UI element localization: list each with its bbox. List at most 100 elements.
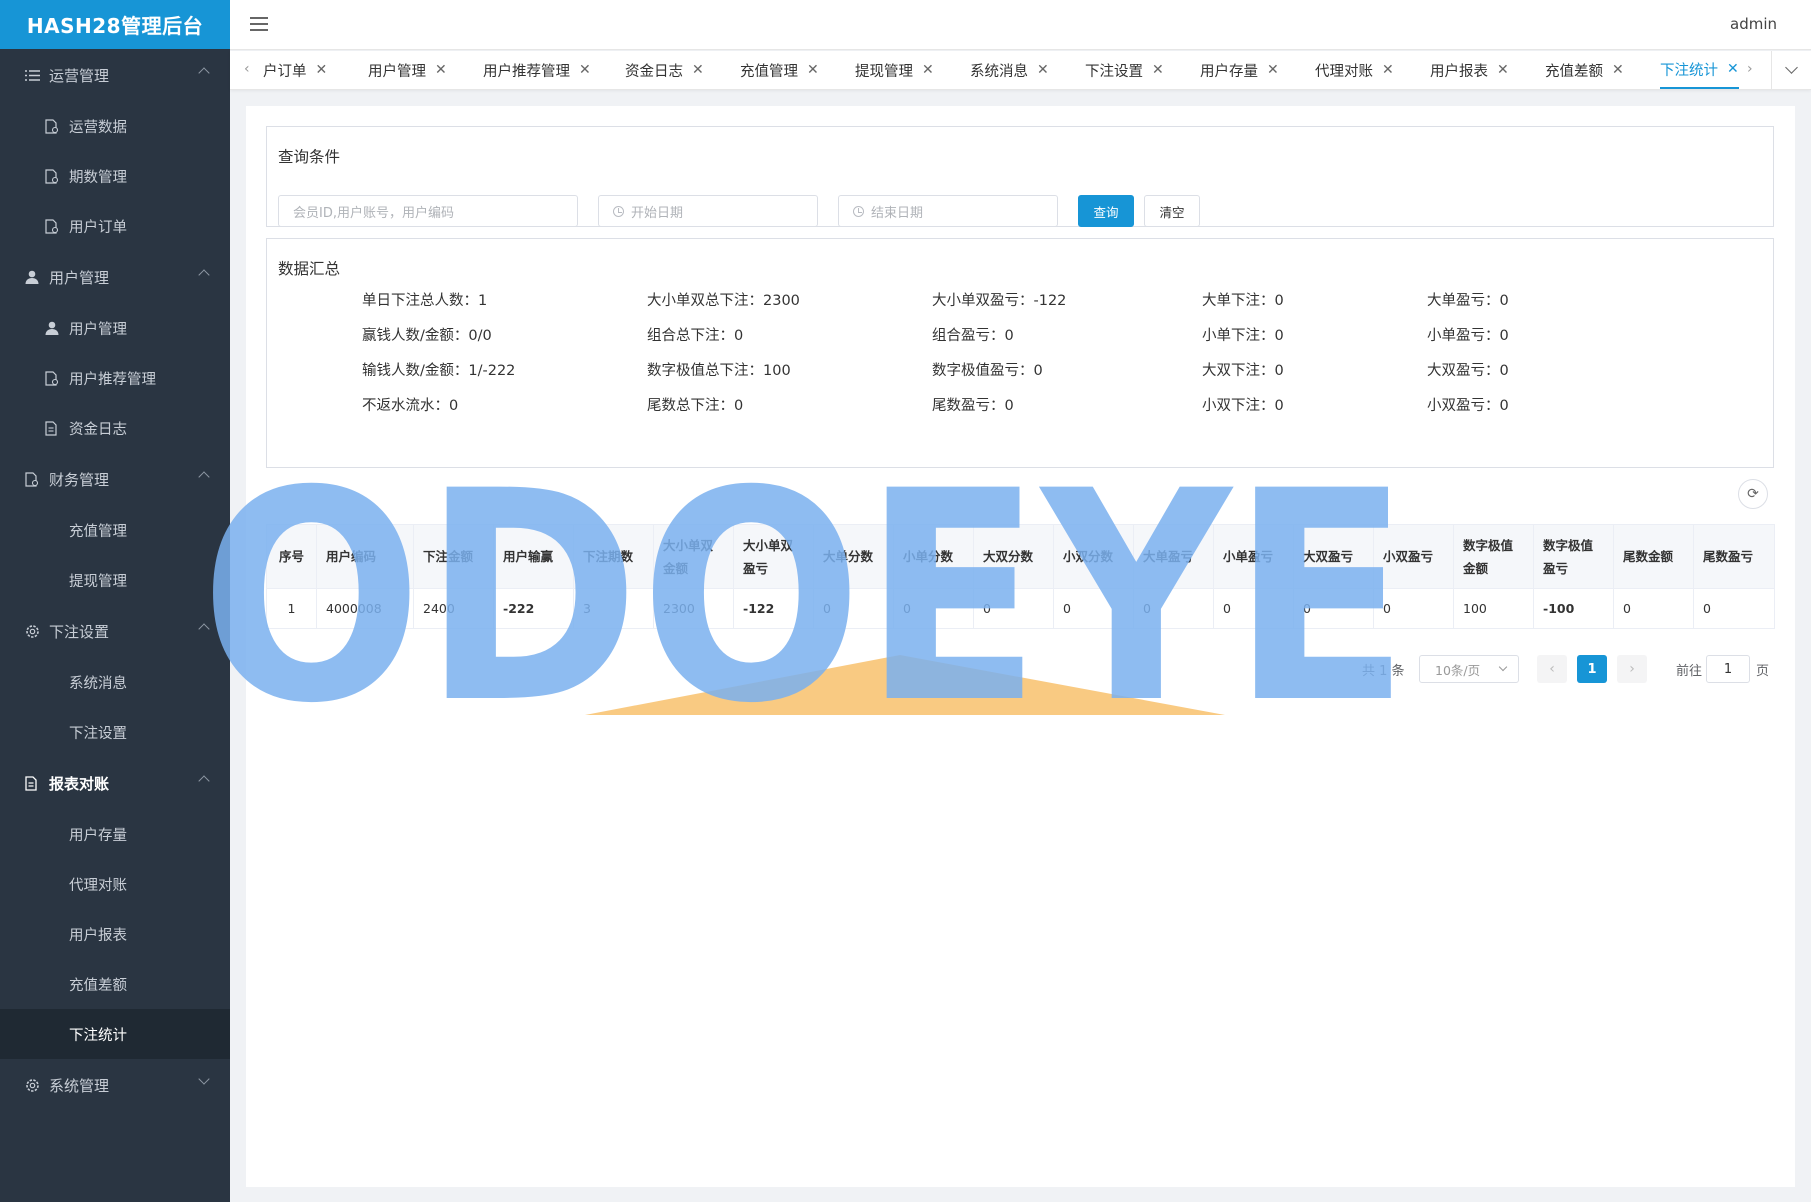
sidebar-group-label: 系统管理 bbox=[49, 1076, 110, 1095]
table-header-cell[interactable]: 大双盈亏 bbox=[1293, 524, 1374, 589]
table-header-cell[interactable]: 序号 bbox=[266, 524, 317, 589]
goto-page-input[interactable] bbox=[1706, 655, 1750, 683]
sidebar-group-reports[interactable]: 报表对账 bbox=[0, 757, 230, 809]
close-icon[interactable]: ✕ bbox=[579, 62, 591, 78]
next-page-button[interactable]: › bbox=[1617, 655, 1647, 683]
tab-user-report[interactable]: 用户报表 ✕ bbox=[1430, 51, 1509, 89]
prev-page-button[interactable]: ‹ bbox=[1537, 655, 1567, 683]
close-icon[interactable]: ✕ bbox=[922, 62, 934, 78]
sidebar-group-label: 报表对账 bbox=[49, 774, 110, 793]
tab-user-stock[interactable]: 用户存量 ✕ bbox=[1200, 51, 1279, 89]
close-icon[interactable]: ✕ bbox=[1612, 62, 1624, 78]
close-icon[interactable]: ✕ bbox=[1497, 62, 1509, 78]
table-header-cell[interactable]: 下注期数 bbox=[573, 524, 654, 589]
close-icon[interactable]: ✕ bbox=[807, 62, 819, 78]
clear-button[interactable]: 清空 bbox=[1144, 195, 1200, 227]
end-date-input[interactable]: 结束日期 bbox=[838, 195, 1058, 227]
sidebar-item-bet-stats[interactable]: 下注统计 bbox=[0, 1009, 230, 1059]
sidebar-item-label: 下注统计 bbox=[69, 1027, 127, 1044]
refresh-icon[interactable]: ⟳ bbox=[1738, 479, 1768, 509]
hamburger-icon[interactable] bbox=[250, 17, 268, 31]
sidebar-group-label: 用户管理 bbox=[49, 268, 110, 287]
sidebar-group-bet-settings[interactable]: 下注设置 bbox=[0, 605, 230, 657]
start-date-input[interactable]: 开始日期 bbox=[598, 195, 818, 227]
table-header-cell[interactable]: 小双盈亏 bbox=[1373, 524, 1454, 589]
tab-withdraw[interactable]: 提现管理 ✕ bbox=[855, 51, 934, 89]
page-button-current[interactable]: 1 bbox=[1577, 655, 1607, 683]
sidebar-item-fund-log[interactable]: 资金日志 bbox=[0, 403, 230, 453]
sidebar-group-users[interactable]: 用户管理 bbox=[0, 251, 230, 303]
table-header-cell[interactable]: 大单分数 bbox=[813, 524, 894, 589]
table-header-cell[interactable]: 大双分数 bbox=[973, 524, 1054, 589]
table-header-cell[interactable]: 下注金额 bbox=[413, 524, 494, 589]
close-icon[interactable]: ✕ bbox=[1152, 62, 1164, 78]
sidebar-item-withdraw[interactable]: 提现管理 bbox=[0, 555, 230, 605]
close-icon[interactable]: ✕ bbox=[316, 62, 328, 78]
table-header-cell[interactable]: 大小单双盈亏 bbox=[733, 524, 814, 589]
tab-user-orders[interactable]: 户订单 ✕ bbox=[263, 51, 327, 89]
tab-system-messages[interactable]: 系统消息 ✕ bbox=[970, 51, 1049, 89]
sidebar-item-period-management[interactable]: 期数管理 bbox=[0, 151, 230, 201]
tab-user-management[interactable]: 用户管理 ✕ bbox=[368, 51, 447, 89]
summary-stat: 小单盈亏：0 bbox=[1427, 328, 1509, 344]
tab-scroll-right-icon[interactable]: › bbox=[1747, 61, 1753, 77]
close-icon[interactable]: ✕ bbox=[1382, 62, 1394, 78]
table-header-cell[interactable]: 小单盈亏 bbox=[1213, 524, 1294, 589]
tab-recharge[interactable]: 充值管理 ✕ bbox=[740, 51, 819, 89]
page-size-select[interactable]: 10条/页 bbox=[1419, 655, 1519, 683]
summary-stat: 小单下注：0 bbox=[1202, 328, 1284, 344]
sidebar-item-system-messages[interactable]: 系统消息 bbox=[0, 657, 230, 707]
table-header-cell[interactable]: 数字极值盈亏 bbox=[1533, 524, 1614, 589]
tab-user-referral[interactable]: 用户推荐管理 ✕ bbox=[483, 51, 591, 89]
table-header-cell[interactable]: 用户编码 bbox=[316, 524, 414, 589]
table-header-cell[interactable]: 用户输赢 bbox=[493, 524, 574, 589]
summary-stat: 小双下注：0 bbox=[1202, 398, 1284, 414]
sidebar-item-recharge[interactable]: 充值管理 bbox=[0, 505, 230, 555]
table-header-cell[interactable]: 尾数金额 bbox=[1613, 524, 1694, 589]
sidebar-item-user-management[interactable]: 用户管理 bbox=[0, 303, 230, 353]
sidebar-group-system[interactable]: 系统管理 bbox=[0, 1059, 230, 1111]
close-icon[interactable]: ✕ bbox=[1267, 62, 1279, 78]
sidebar-item-user-stock[interactable]: 用户存量 bbox=[0, 809, 230, 859]
sidebar-item-agent-reconcile[interactable]: 代理对账 bbox=[0, 859, 230, 909]
sidebar-item-operations-data[interactable]: 运营数据 bbox=[0, 101, 230, 151]
gear-icon bbox=[24, 623, 40, 639]
search-button[interactable]: 查询 bbox=[1078, 195, 1134, 227]
sidebar-menu: 运营管理 运营数据 期数管理 用户订单 用户管理 用户管理 用户推荐管理 资金日… bbox=[0, 49, 230, 1111]
sidebar-item-user-report[interactable]: 用户报表 bbox=[0, 909, 230, 959]
admin-user[interactable]: admin bbox=[1730, 15, 1777, 33]
close-icon[interactable]: ✕ bbox=[1727, 61, 1739, 77]
sidebar-item-recharge-diff[interactable]: 充值差额 bbox=[0, 959, 230, 1009]
sidebar-item-user-referral[interactable]: 用户推荐管理 bbox=[0, 353, 230, 403]
chevron-up-icon bbox=[198, 623, 210, 635]
tab-bet-settings[interactable]: 下注设置 ✕ bbox=[1085, 51, 1164, 89]
tab-label: 下注统计 bbox=[1660, 62, 1718, 79]
sidebar-item-label: 系统消息 bbox=[69, 675, 127, 692]
sidebar-group-operations[interactable]: 运营管理 bbox=[0, 49, 230, 101]
tab-agent-reconcile[interactable]: 代理对账 ✕ bbox=[1315, 51, 1394, 89]
table-header-cell[interactable]: 尾数盈亏 bbox=[1693, 524, 1775, 589]
table-cell: 0 bbox=[1053, 588, 1134, 629]
table-header-cell[interactable]: 小双分数 bbox=[1053, 524, 1134, 589]
table-header-cell[interactable]: 大小单双金额 bbox=[653, 524, 734, 589]
sidebar-group-finance[interactable]: 财务管理 bbox=[0, 453, 230, 505]
summary-title: 数据汇总 bbox=[278, 260, 341, 278]
tab-fund-log[interactable]: 资金日志 ✕ bbox=[625, 51, 704, 89]
tab-recharge-diff[interactable]: 充值差额 ✕ bbox=[1545, 51, 1624, 89]
close-icon[interactable]: ✕ bbox=[1037, 62, 1049, 78]
tab-scroll-left-icon[interactable]: ‹ bbox=[244, 61, 250, 77]
search-input[interactable]: 会员ID,用户账号，用户编码 bbox=[278, 195, 578, 227]
sidebar-group-label: 运营管理 bbox=[49, 66, 110, 85]
tab-label: 代理对账 bbox=[1315, 63, 1373, 80]
sidebar-item-user-orders[interactable]: 用户订单 bbox=[0, 201, 230, 251]
close-icon[interactable]: ✕ bbox=[692, 62, 704, 78]
tab-label: 充值差额 bbox=[1545, 63, 1603, 80]
close-icon[interactable]: ✕ bbox=[435, 62, 447, 78]
tab-bet-stats[interactable]: 下注统计 ✕ bbox=[1660, 51, 1739, 89]
table-header-cell[interactable]: 小单分数 bbox=[893, 524, 974, 589]
tabs-dropdown-icon[interactable] bbox=[1771, 51, 1811, 89]
table-header-cell[interactable]: 大单盈亏 bbox=[1133, 524, 1214, 589]
sidebar-item-bet-settings[interactable]: 下注设置 bbox=[0, 707, 230, 757]
list-icon bbox=[24, 67, 40, 83]
table-header-cell[interactable]: 数字极值金额 bbox=[1453, 524, 1534, 589]
